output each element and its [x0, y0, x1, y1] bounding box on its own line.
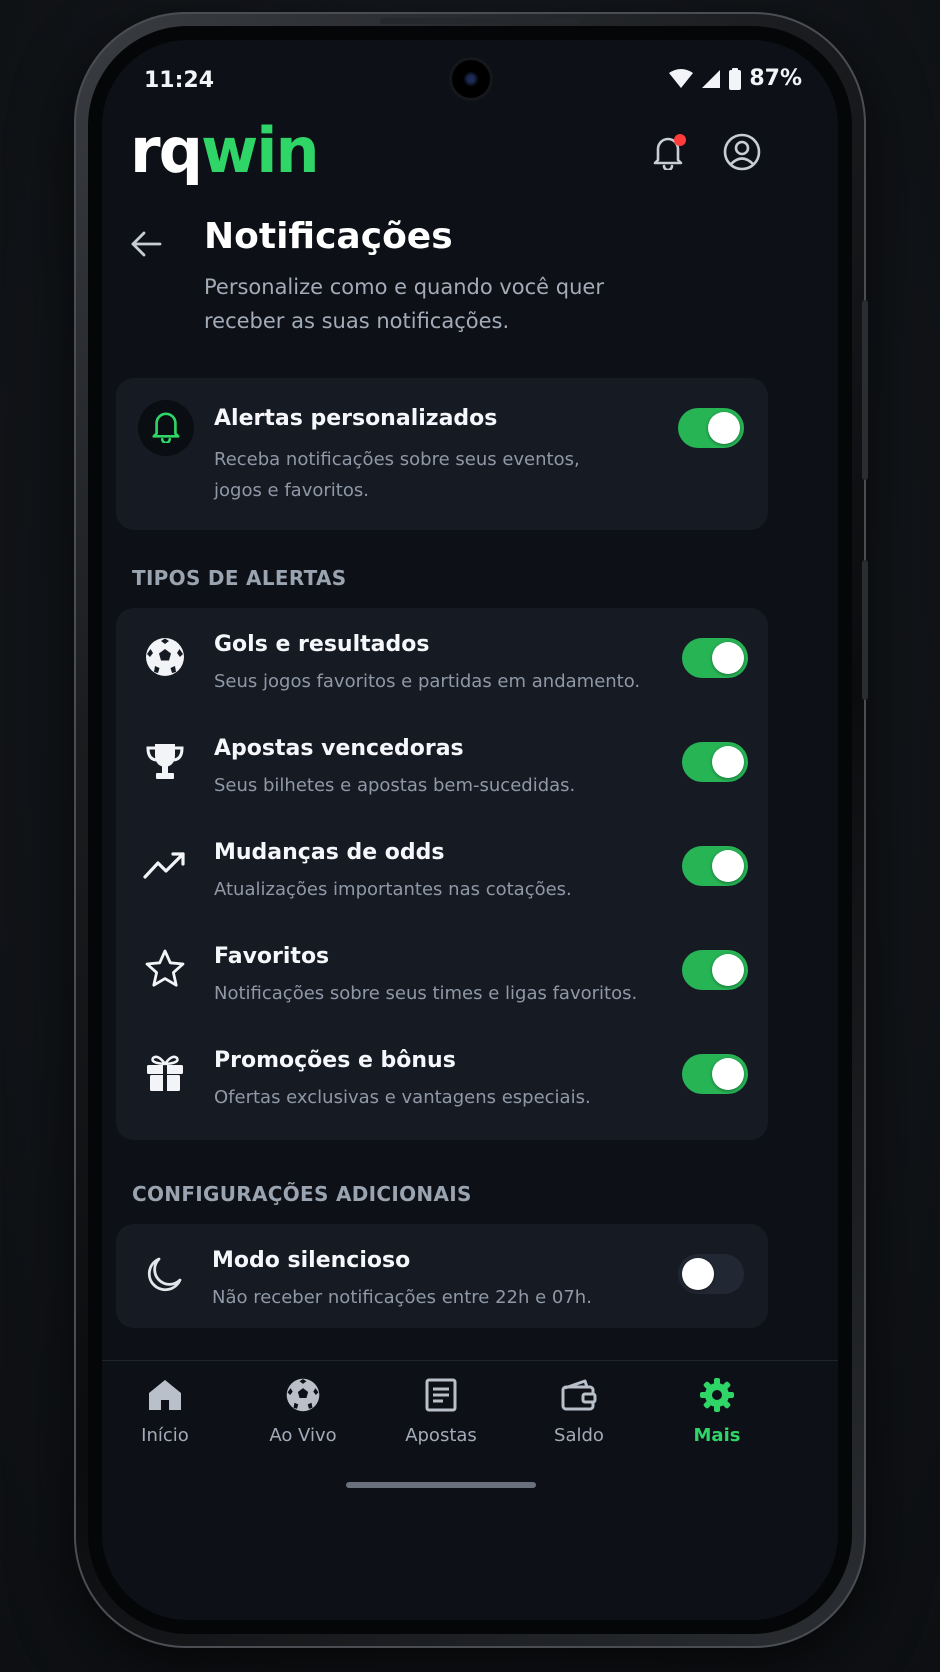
alert-row-promotions: Promoções e bônus Ofertas exclusivas e v… — [116, 1024, 768, 1128]
master-description: Receba notificações sobre seus eventos, … — [214, 449, 580, 501]
toggle-knob — [712, 642, 744, 674]
page-title: Notificações — [204, 216, 453, 257]
toggle-knob — [712, 954, 744, 986]
soccer-ball-icon — [283, 1375, 323, 1415]
alert-row-goals: Gols e resultados Seus jogos favoritos e… — [116, 608, 768, 712]
nav-label: Saldo — [554, 1425, 604, 1446]
profile-button[interactable] — [714, 126, 770, 182]
master-icon-wrap — [138, 400, 194, 456]
logo-text-part1: rq — [130, 114, 203, 187]
bottom-nav: Início Ao Vivo Apostas Saldo Mais — [102, 1360, 838, 1500]
toggle-knob — [708, 412, 740, 444]
nav-item-bets[interactable]: Apostas — [376, 1375, 506, 1465]
home-indicator[interactable] — [346, 1482, 536, 1488]
notifications-button[interactable] — [640, 126, 696, 182]
nav-label: Ao Vivo — [269, 1425, 337, 1446]
nav-item-more[interactable]: Mais — [652, 1375, 782, 1465]
battery-percentage: 87% — [749, 66, 802, 91]
speaker-grille — [380, 18, 580, 24]
nav-label: Mais — [693, 1425, 741, 1446]
toggle-knob — [682, 1258, 714, 1290]
gift-icon — [142, 1050, 188, 1096]
alert-description: Notificações sobre seus times e ligas fa… — [214, 983, 638, 1004]
moon-icon — [140, 1252, 186, 1298]
trophy-icon — [142, 738, 188, 784]
silent-mode-toggle[interactable] — [678, 1254, 744, 1294]
alert-description: Atualizações importantes nas cotações. — [214, 879, 572, 900]
trending-up-icon — [142, 842, 188, 888]
wifi-icon — [669, 68, 694, 89]
arrow-left-icon — [130, 230, 162, 262]
goals-results-toggle[interactable] — [682, 638, 748, 678]
alert-types-card: Gols e resultados Seus jogos favoritos e… — [116, 608, 768, 1140]
back-button[interactable] — [122, 222, 170, 270]
home-icon — [145, 1375, 185, 1415]
alert-row-winning-bets: Apostas vencedoras Seus bilhetes e apost… — [116, 712, 768, 816]
battery-icon — [729, 67, 742, 90]
silent-mode-card: Modo silencioso Não receber notificações… — [116, 1224, 768, 1328]
front-camera — [452, 60, 490, 98]
side-button-power — [862, 300, 868, 480]
notification-badge — [674, 134, 686, 146]
alert-description: Seus jogos favoritos e partidas em andam… — [214, 671, 641, 692]
alert-row-favorites: Favoritos Notificações sobre seus times … — [116, 920, 768, 1024]
logo-text-part2: win — [200, 114, 320, 187]
silent-mode-description: Não receber notificações entre 22h e 07h… — [212, 1287, 592, 1308]
personalized-alerts-card: Alertas personalizados Receba notificaçõ… — [116, 378, 768, 530]
star-icon — [142, 946, 188, 992]
alert-types-section-label: TIPOS DE ALERTAS — [132, 566, 347, 590]
status-bar: 11:24 87% — [102, 40, 838, 120]
soccer-ball-icon — [142, 634, 188, 680]
gear-icon — [697, 1375, 737, 1415]
alert-title: Apostas vencedoras — [214, 736, 464, 761]
winning-bets-toggle[interactable] — [682, 742, 748, 782]
personalized-alerts-toggle[interactable] — [678, 408, 744, 448]
screen: 11:24 87% rqwin Notificações Personalize… — [102, 40, 838, 1620]
toggle-knob — [712, 1058, 744, 1090]
promotions-toggle[interactable] — [682, 1054, 748, 1094]
nav-label: Apostas — [405, 1425, 477, 1446]
master-title: Alertas personalizados — [214, 406, 498, 431]
wallet-icon — [559, 1375, 599, 1415]
app-header: rqwin — [102, 120, 838, 210]
alert-title: Gols e resultados — [214, 632, 430, 657]
nav-item-home[interactable]: Início — [102, 1375, 230, 1465]
odds-changes-toggle[interactable] — [682, 846, 748, 886]
nav-label: Início — [141, 1425, 189, 1446]
alert-row-odds-changes: Mudanças de odds Atualizações importante… — [116, 816, 768, 920]
status-icons: 87% — [669, 66, 802, 91]
toggle-knob — [712, 746, 744, 778]
bell-icon — [150, 409, 182, 447]
status-time: 11:24 — [144, 68, 215, 93]
nav-item-live[interactable]: Ao Vivo — [238, 1375, 368, 1465]
alert-title: Mudanças de odds — [214, 840, 445, 865]
ticket-icon — [421, 1375, 461, 1415]
profile-icon — [723, 133, 761, 175]
alert-title: Promoções e bônus — [214, 1048, 456, 1073]
silent-mode-title: Modo silencioso — [212, 1248, 411, 1273]
page-subtitle: Personalize como e quando você quer rece… — [204, 275, 604, 333]
nav-item-balance[interactable]: Saldo — [514, 1375, 644, 1465]
alert-description: Ofertas exclusivas e vantagens especiais… — [214, 1087, 591, 1108]
signal-icon — [701, 69, 721, 89]
alert-title: Favoritos — [214, 944, 330, 969]
alert-description: Seus bilhetes e apostas bem-sucedidas. — [214, 775, 576, 796]
side-button-volume — [862, 560, 868, 700]
app-logo[interactable]: rqwin — [130, 120, 320, 182]
favorites-toggle[interactable] — [682, 950, 748, 990]
additional-settings-section-label: CONFIGURAÇÕES ADICIONAIS — [132, 1182, 472, 1206]
toggle-knob — [712, 850, 744, 882]
